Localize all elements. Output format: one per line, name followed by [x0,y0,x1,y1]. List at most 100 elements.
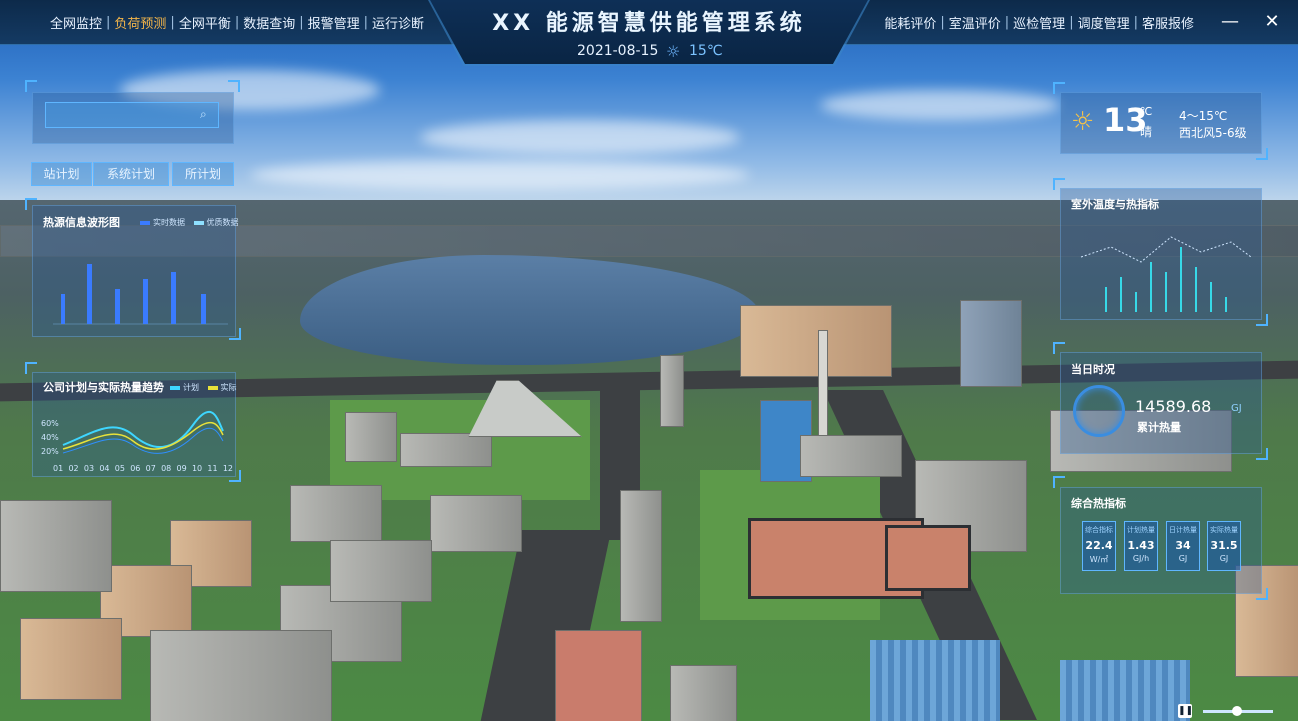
warehouse-roof [870,640,1000,721]
panel-corner [25,80,37,92]
nav-item-customer-service[interactable]: 客服报修 [1140,13,1196,32]
nav-item-dispatch[interactable]: 调度管理 [1076,13,1132,32]
panel-corner [25,198,37,210]
cloud [250,160,750,190]
kpi-label: 实际热量 [1210,526,1238,534]
tower [660,355,684,427]
weather-wind: 西北风5-6级 [1179,126,1247,140]
nav-item-alarm-management[interactable]: 报警管理 [306,13,362,32]
kpi-planned-heat[interactable]: 计划热量 1.43 GJ/h [1124,521,1158,571]
panel-corner [25,362,37,374]
gauge-icon [1073,385,1125,437]
kpi-value: 31.5 [1210,539,1238,552]
current-date: 2021-08-15 [577,43,659,59]
x-tick: 06 [130,464,141,473]
nav-separator: | [299,14,304,30]
nav-right: 能耗评价 | 室温评价 | 巡检管理 | 调度管理 | 客服报修 [882,0,1196,44]
building [290,485,382,542]
search-input[interactable]: ⌕ [45,102,219,128]
bar [87,264,92,324]
panel-corner [1256,314,1268,326]
temperature-line [1080,236,1252,263]
nav-separator: | [1069,14,1074,30]
building [345,412,397,462]
station-plan-button[interactable]: 站计划 [31,162,92,186]
kpi-label: 日计热量 [1169,526,1197,534]
outdoor-temp-title: 室外温度与热指标 [1071,198,1159,211]
panel-corner [1256,148,1268,160]
cloud [820,90,1060,120]
nav-item-load-forecast[interactable]: 负荷预测 [112,13,168,32]
x-tick: 09 [176,464,187,473]
kpi-unit: GJ/h [1132,554,1150,563]
nav-item-room-temp-evaluation[interactable]: 室温评价 [947,13,1003,32]
plan-line [62,410,224,449]
legend-swatch [193,220,204,225]
kpi-value: 22.4 [1085,539,1113,552]
sun-icon: ☼ [666,42,681,61]
heat-source-chart-panel: 热源信息波形图 实时数据 优质数据 [32,205,239,337]
kpi-daily-heat[interactable]: 日计热量 34 GJ [1166,521,1200,571]
building [400,433,492,467]
panel-corner [228,80,240,92]
x-tick: 05 [114,464,125,473]
nav-item-network-balance[interactable]: 全网平衡 [177,13,233,32]
panel-corner [229,470,241,482]
substation-plan-button[interactable]: 所计划 [172,162,234,186]
bar [201,294,206,324]
app-title: XX 能源智慧供能管理系统 [492,11,806,36]
panel-corner [1053,82,1065,94]
nav-item-inspection[interactable]: 巡检管理 [1011,13,1067,32]
weather-panel: ☼ 13 ℃ 晴 4～15℃ 西北风5-6级 [1060,92,1262,154]
bar [115,289,120,324]
building [740,305,892,377]
daily-status-title: 当日时况 [1071,363,1115,376]
legend-swatch [140,220,150,225]
search-icon[interactable]: ⌕ [200,107,214,121]
kpi-unit: GJ [1219,554,1229,563]
pause-icon[interactable]: ❚❚ [1178,704,1193,718]
legend-quality: 优质数据 [206,218,239,227]
sun-icon: ☼ [1071,107,1095,137]
kpi-actual-heat[interactable]: 实际热量 31.5 GJ [1207,521,1241,571]
kpi-value: 34 [1175,539,1191,552]
kpi-panel-title: 综合热指标 [1071,497,1126,510]
daily-heat-value: 14589.68 [1135,397,1212,416]
heat-trend-line-chart [62,410,224,454]
nav-separator: | [170,14,175,30]
daily-heat-label: 累计热量 [1137,421,1181,434]
legend-realtime: 实时数据 [153,218,185,227]
heat-source-bar-chart [53,264,228,325]
building [0,500,112,592]
minimize-button[interactable]: — [1221,13,1239,31]
nav-separator: | [234,14,240,30]
slider-handle[interactable] [1232,706,1242,716]
panel-corner [1256,448,1268,460]
kpi-unit: W/㎡ [1089,555,1109,564]
bar [171,272,176,324]
building [330,540,432,602]
nav-item-run-diagnosis[interactable]: 运行诊断 [370,13,426,32]
outdoor-temp-chart [1080,236,1252,312]
panel-corner [1256,588,1268,600]
building [555,630,642,721]
nav-separator: | [1004,14,1010,30]
panel-corner [1053,342,1065,354]
x-tick: 10 [191,464,203,473]
building [20,618,122,700]
daily-heat-unit: GJ [1231,403,1242,414]
nav-item-data-query[interactable]: 数据查询 [241,13,297,32]
chimney [818,330,828,442]
current-temperature: 15℃ [689,43,723,59]
nav-item-network-monitor[interactable]: 全网监控 [48,13,104,32]
x-tick: 04 [99,464,110,473]
nav-item-energy-evaluation[interactable]: 能耗评价 [882,13,938,32]
kpi-comprehensive[interactable]: 综合指标 22.4 W/㎡ [1082,521,1116,571]
close-button[interactable]: ✕ [1263,13,1281,31]
bar [61,294,65,324]
nav-separator: | [106,14,111,30]
daily-status-panel: 当日时况 14589.68 GJ 累计热量 [1060,352,1262,454]
x-tick: 08 [161,464,172,473]
system-plan-button[interactable]: 系统计划 [93,162,169,186]
weather-temp-unit: ℃ [1140,105,1153,118]
